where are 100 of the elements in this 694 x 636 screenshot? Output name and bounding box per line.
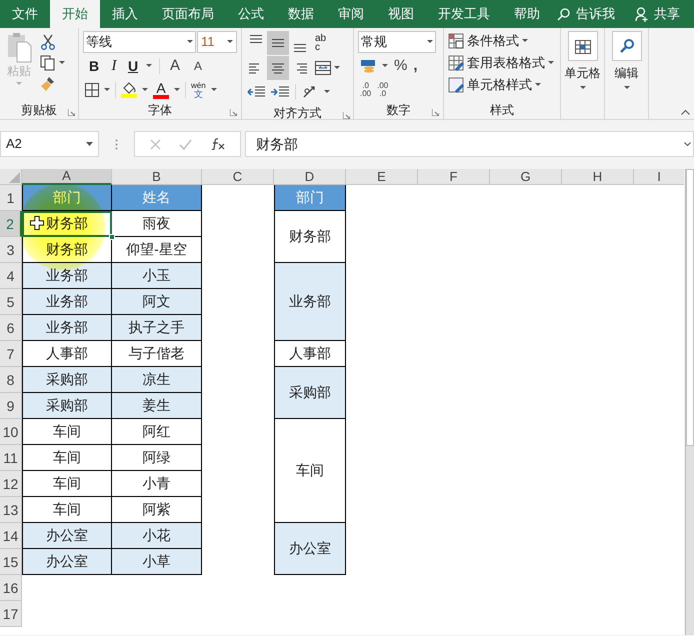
font-name-dropdown[interactable]: 等线 [83,31,196,53]
merge-cells-icon[interactable] [315,61,331,75]
column-header[interactable]: H [562,169,634,185]
scissors-icon[interactable] [40,34,56,50]
tell-me-link[interactable]: 告诉我 [576,4,615,24]
underline-button[interactable]: U [127,56,139,76]
table-cell: 阿文 [112,289,202,315]
paintbrush-icon[interactable] [40,76,56,92]
dialog-launcher-icon[interactable] [230,109,237,116]
ribbon-tab[interactable]: 审阅 [326,0,376,28]
row-header[interactable]: 17 [0,601,22,627]
decrease-indent-icon[interactable] [247,86,265,98]
borders-icon[interactable] [85,83,99,97]
row-header[interactable]: 6 [0,315,22,341]
function-icon[interactable] [210,138,225,150]
search-icon[interactable] [557,8,570,20]
more-icon[interactable] [115,138,118,150]
caret-icon[interactable] [104,88,110,92]
scrollbar-thumb[interactable] [686,169,694,446]
row-header[interactable]: 2 [0,211,22,237]
row-header[interactable]: 14 [0,523,22,549]
caret-icon[interactable] [174,88,180,92]
ribbon-tab[interactable]: 公式 [226,0,276,28]
column-header[interactable]: B [112,169,202,185]
currency-icon[interactable] [360,59,376,73]
caret-icon[interactable] [382,64,388,68]
row-header[interactable]: 8 [0,367,22,393]
table-cell: 财务部 [22,211,112,237]
dialog-launcher-icon[interactable] [343,112,350,119]
fill-handle[interactable] [109,234,115,240]
caret-icon[interactable] [334,66,340,70]
copy-icon[interactable] [40,55,56,71]
column-header[interactable]: A [22,169,112,185]
shrink-font-button[interactable]: A [190,57,206,75]
font-size-dropdown[interactable]: 11 [197,31,237,53]
row-header[interactable]: 4 [0,263,22,289]
column-header[interactable]: D [274,169,346,185]
caret-icon[interactable] [324,90,330,94]
name-box[interactable]: A2 [0,131,99,157]
row-header[interactable]: 7 [0,341,22,367]
table-cell: 姜生 [112,393,202,419]
formula-bar[interactable]: 财务部 [245,131,694,157]
bold-button[interactable]: B [87,56,101,76]
merged-cell: 业务部 [274,263,346,341]
ribbon-tab[interactable]: 视图 [376,0,426,28]
comma-button[interactable]: , [413,54,418,78]
styles-menu-button[interactable]: 条件格式 [448,31,556,51]
row-header[interactable]: 16 [0,575,22,601]
row-header[interactable]: 11 [0,445,22,471]
italic-button[interactable]: I [108,54,120,78]
table-cell: 凉生 [112,367,202,393]
number-format-dropdown[interactable]: 常规 [358,31,436,53]
column-header[interactable]: I [634,169,684,185]
collapse-ribbon-icon[interactable] [681,110,690,115]
row-header[interactable]: 9 [0,393,22,419]
share-button[interactable]: 共享 [654,4,680,24]
caret-icon[interactable] [59,61,65,65]
ribbon-tab[interactable]: 文件 [0,0,50,28]
table-header-cell: 部门 [274,185,346,211]
caret-icon[interactable] [142,88,148,92]
row-header[interactable]: 1 [0,185,22,211]
merged-cell: 办公室 [274,523,346,575]
increase-decimal-button[interactable]: .0 .00 [360,82,372,98]
row-header[interactable]: 12 [0,471,22,497]
paint-bucket-icon[interactable] [122,82,136,94]
phonetic-button[interactable]: wén 文 [191,81,206,99]
dialog-launcher-icon[interactable] [68,109,75,116]
font-color-button[interactable]: A [156,81,166,95]
column-header[interactable]: E [346,169,418,185]
column-header[interactable]: C [202,169,274,185]
row-header[interactable]: 13 [0,497,22,523]
row-header[interactable]: 10 [0,419,22,445]
ribbon-tab[interactable]: 页面布局 [150,0,226,28]
ribbon-tab[interactable]: 开发工具 [426,0,502,28]
styles-menu-button[interactable]: 套用表格格式 [448,53,556,73]
decrease-decimal-button[interactable]: .00 .0 [377,82,388,98]
horizontal-align-button[interactable] [267,56,289,80]
cells-button[interactable]: 单元格 [564,31,600,90]
check-icon[interactable] [179,138,192,150]
percent-button[interactable]: % [394,54,408,78]
styles-menu-button[interactable]: 单元格样式 [448,75,556,95]
wrap-text-button[interactable]: ab c [315,34,326,52]
vertical-align-button[interactable] [267,31,289,55]
row-header[interactable]: 3 [0,237,22,263]
ribbon-tab[interactable]: 插入 [100,0,150,28]
increase-indent-icon[interactable] [271,86,289,98]
row-header[interactable]: 5 [0,289,22,315]
caret-icon [624,86,630,90]
merged-cell: 财务部 [274,211,346,263]
column-header[interactable]: G [490,169,562,185]
ribbon-tab[interactable]: 开始 [50,0,100,28]
ribbon-tab[interactable]: 数据 [276,0,326,28]
column-header[interactable]: F [418,169,490,185]
grow-font-button[interactable]: A [167,54,183,78]
caret-icon[interactable] [146,64,152,68]
ribbon-tab[interactable]: 帮助 [502,0,552,28]
caret-icon[interactable] [210,88,217,92]
row-header[interactable]: 15 [0,549,22,575]
person-icon[interactable] [635,6,649,22]
dialog-launcher-icon[interactable] [432,109,439,116]
